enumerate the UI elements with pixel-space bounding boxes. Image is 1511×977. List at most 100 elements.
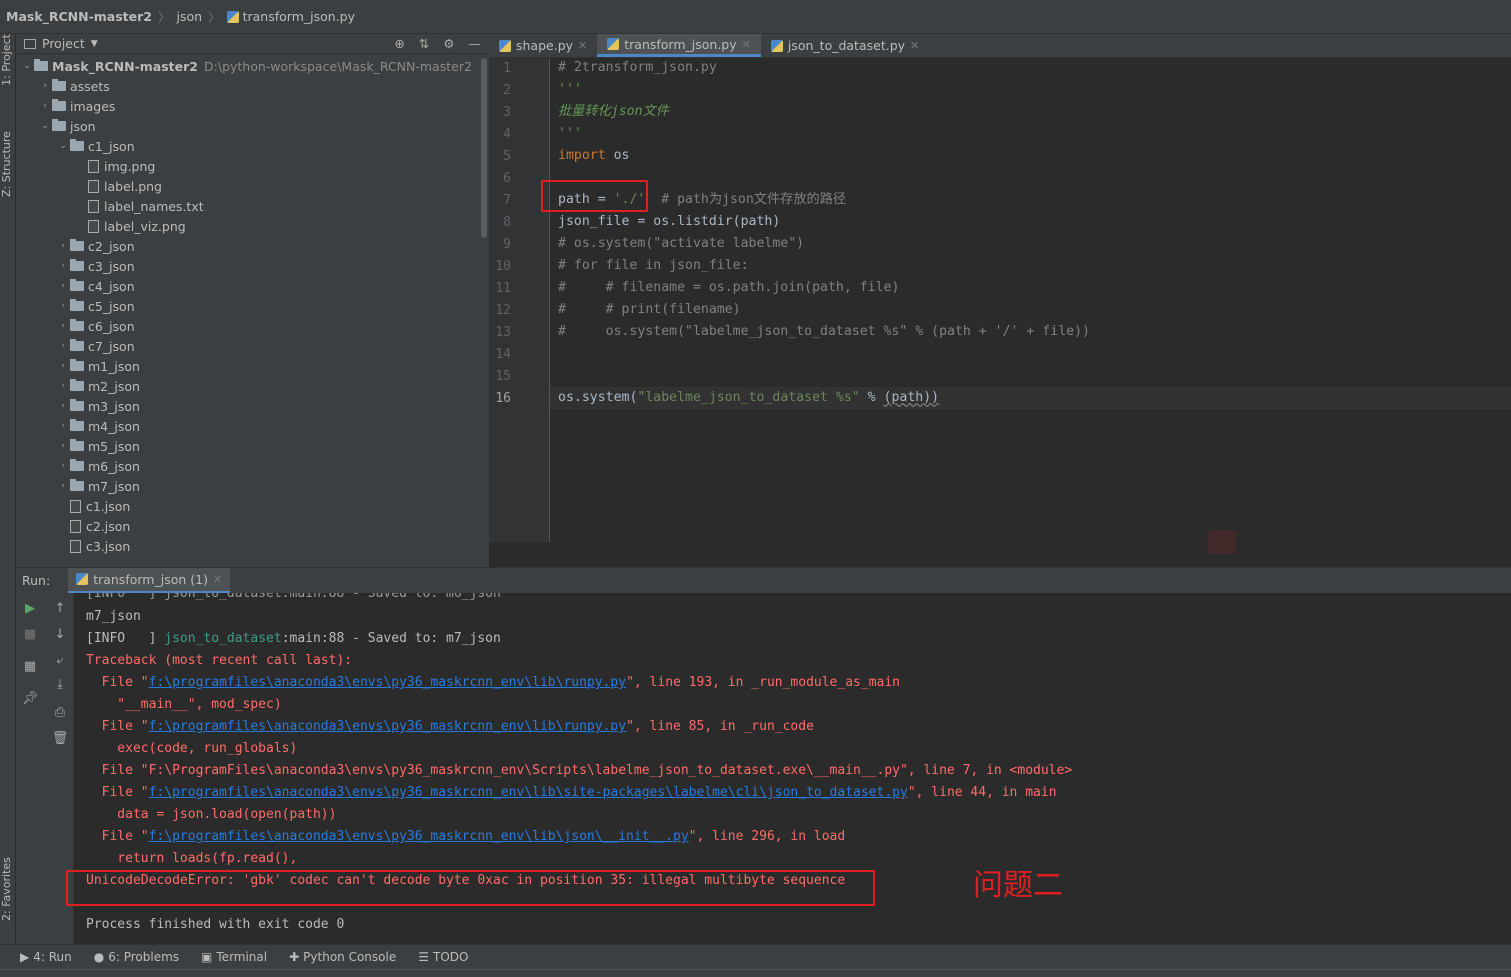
chevron-right-icon[interactable]: › [38,101,52,111]
editor-tab[interactable]: transform_json.py ✕ [597,34,761,57]
code-editor[interactable]: # 2transform_json.py ''' 批量转化json文件 ''' … [549,58,1511,542]
line-number: 15 [495,369,511,384]
chevron-right-icon[interactable]: › [56,481,70,491]
close-icon[interactable]: ✕ [213,573,222,586]
file-link[interactable]: f:\programfiles\anaconda3\envs\py36_mask… [149,719,626,734]
search-everywhere-icon[interactable] [1208,530,1236,554]
print-icon[interactable]: ⎙ [46,703,74,723]
chevron-down-icon[interactable]: ⌄ [56,141,70,151]
tree-folder-item[interactable]: › c2_json [16,236,489,256]
chevron-right-icon[interactable]: › [56,241,70,251]
breadcrumb-file[interactable]: transform_json.py [243,9,355,24]
tree-folder-item[interactable]: › images [16,96,489,116]
editor-tab[interactable]: json_to_dataset.py ✕ [761,34,929,57]
tree-folder-item[interactable]: › m1_json [16,356,489,376]
chevron-right-icon[interactable]: › [56,401,70,411]
chevron-right-icon[interactable]: › [56,461,70,471]
tree-file-item[interactable]: c2.json [16,516,489,536]
tree-file-item[interactable]: label.png [16,176,489,196]
project-tree: ⌄ Mask_RCNN-master2 D:\python-workspace\… [16,54,489,556]
gear-icon[interactable]: ⚙ [443,36,454,51]
chevron-right-icon[interactable]: › [56,321,70,331]
stop-icon[interactable]: ■ [16,625,44,645]
bottom-tab-label: 6: Problems [108,950,180,964]
arrow-up-icon[interactable]: ↑ [46,599,74,619]
console-line: return loads(fp.read(), [86,851,298,866]
tree-folder-item[interactable]: ⌄ json [16,116,489,136]
tree-folder-item[interactable]: › m6_json [16,456,489,476]
editor-bottom-area [489,542,1511,567]
tree-folder-item[interactable]: › m5_json [16,436,489,456]
chevron-down-icon[interactable]: ▼ [91,39,98,49]
chevron-right-icon[interactable]: › [56,261,70,271]
file-icon [70,499,81,513]
layout-icon[interactable]: ▦ [16,657,44,677]
chevron-down-icon[interactable]: ⌄ [38,121,52,131]
bottom-tab[interactable]: ▶ 4: Run [20,950,72,964]
tree-folder-item[interactable]: › m2_json [16,376,489,396]
bottom-tab[interactable]: ▣ Terminal [201,950,267,964]
console-text: ", line 296, in load [688,829,846,844]
pin-icon[interactable]: 📌︎ [16,689,44,709]
bottom-tab-icon: ▣ [201,950,213,964]
trash-icon[interactable]: 🗑︎ [46,729,74,749]
file-link[interactable]: f:\programfiles\anaconda3\envs\py36_mask… [149,829,689,844]
chevron-right-icon[interactable]: › [56,281,70,291]
tree-file-item[interactable]: label_names.txt [16,196,489,216]
line-number: 10 [495,259,511,274]
rerun-icon[interactable]: ▶ [16,599,44,619]
tree-folder-item[interactable]: ⌄ c1_json [16,136,489,156]
bottom-tab[interactable]: ● 6: Problems [94,950,179,964]
tree-folder-item[interactable]: › m7_json [16,476,489,496]
run-tab[interactable]: transform_json (1) ✕ [68,567,231,594]
tree-root[interactable]: ⌄ Mask_RCNN-master2 D:\python-workspace\… [16,56,489,76]
chevron-right-icon[interactable]: › [56,381,70,391]
tree-file-item[interactable]: c3.json [16,536,489,556]
scroll-to-end-icon[interactable]: ⤓ [46,675,74,695]
bottom-tab[interactable]: ☰ TODO [418,950,468,964]
chevron-right-icon[interactable]: › [56,301,70,311]
project-view-icon [24,38,36,49]
tree-folder-item[interactable]: › c7_json [16,336,489,356]
breadcrumb-project[interactable]: Mask_RCNN-master2 [6,9,152,24]
bottom-tab[interactable]: ✚ Python Console [289,950,396,964]
collapse-all-icon[interactable]: ⇅ [419,36,429,51]
tree-file-item[interactable]: img.png [16,156,489,176]
minimize-icon[interactable]: — [469,36,482,51]
close-icon[interactable]: ✕ [910,39,919,52]
chevron-right-icon[interactable]: › [56,441,70,451]
arrow-down-icon[interactable]: ↓ [46,625,74,645]
tree-folder-item[interactable]: › m3_json [16,396,489,416]
tree-folder-item[interactable]: › m4_json [16,416,489,436]
code-line-8: json_file = os.listdir(path) [558,214,781,229]
close-icon[interactable]: ✕ [578,39,587,52]
chevron-right-icon[interactable]: › [56,421,70,431]
tree-folder-item[interactable]: › assets [16,76,489,96]
tree-file-item[interactable]: c1.json [16,496,489,516]
line-number: 13 [495,325,511,340]
close-icon[interactable]: ✕ [742,38,751,51]
tree-folder-item[interactable]: › c5_json [16,296,489,316]
project-scrollbar[interactable] [481,58,487,238]
tree-item-label: c3.json [86,538,131,554]
chevron-right-icon[interactable]: › [56,341,70,351]
editor-tab[interactable]: shape.py ✕ [489,34,597,57]
breadcrumb-folder[interactable]: json [177,9,203,24]
chevron-down-icon[interactable]: ⌄ [20,61,34,71]
tree-folder-item[interactable]: › c4_json [16,276,489,296]
chevron-right-icon[interactable]: › [56,361,70,371]
tree-folder-item[interactable]: › c6_json [16,316,489,336]
tree-file-item[interactable]: label_viz.png [16,216,489,236]
chevron-right-icon[interactable]: › [38,81,52,91]
status-bar [0,969,1511,977]
file-link[interactable]: f:\programfiles\anaconda3\envs\py36_mask… [149,785,908,800]
file-icon [70,539,81,553]
locate-icon[interactable]: ⊕ [394,36,404,51]
tree-folder-item[interactable]: › c3_json [16,256,489,276]
folder-icon [52,119,66,131]
editor-tab-label: shape.py [516,38,574,53]
project-panel-title[interactable]: Project [42,36,85,51]
bottom-tab-label: TODO [432,950,469,964]
soft-wrap-icon[interactable]: ⤶ [46,651,74,671]
file-link[interactable]: f:\programfiles\anaconda3\envs\py36_mask… [149,675,626,690]
